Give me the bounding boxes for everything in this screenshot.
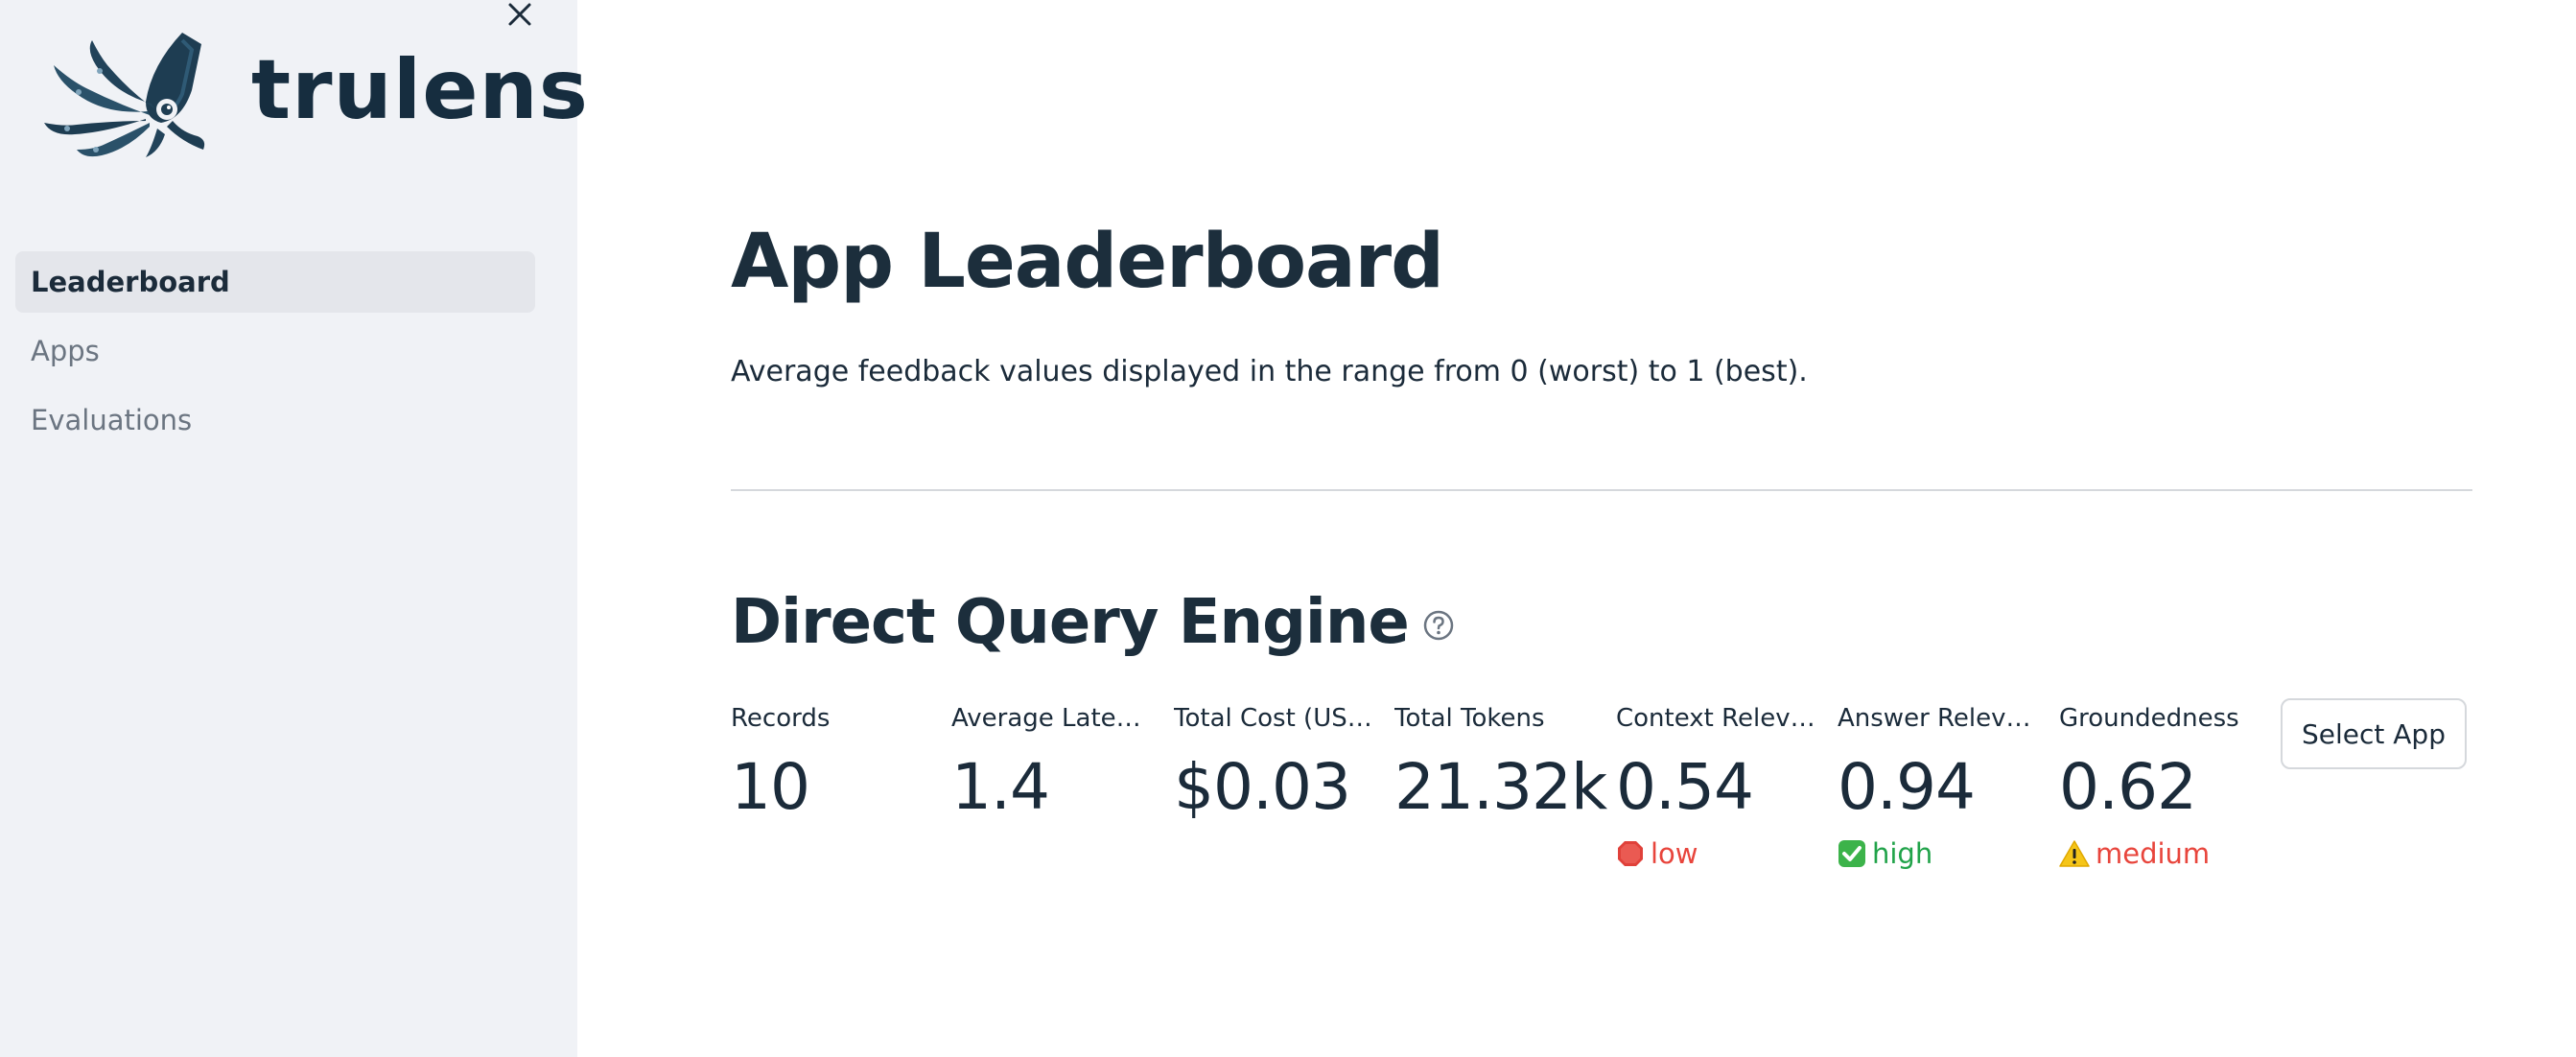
page-subtitle: Average feedback values displayed in the…	[731, 355, 1808, 388]
stop-icon	[1618, 841, 1643, 866]
sidebar-item-evaluations[interactable]: Evaluations	[15, 389, 535, 451]
metric-value: 0.54	[1616, 750, 1754, 824]
app-heading: Direct Query Engine	[731, 587, 1455, 658]
squid-logo-icon	[44, 33, 205, 157]
sidebar-item-leaderboard[interactable]: Leaderboard	[15, 251, 535, 313]
metric-value: 0.94	[1838, 750, 1976, 824]
sidebar-item-label: Apps	[31, 335, 100, 367]
metric-label: Answer Releva…	[1838, 704, 2039, 733]
metric-value: 0.62	[2059, 750, 2197, 824]
metric-value: 1.4	[951, 750, 1050, 824]
sidebar-nav: Leaderboard Apps Evaluations	[15, 251, 535, 458]
metric-delta-label: high	[1872, 837, 1933, 870]
select-app-button[interactable]: Select App	[2281, 698, 2467, 769]
metric-delta: high	[1838, 837, 2039, 870]
metric-context-relevance: Context Relev… 0.54 low	[1616, 704, 1815, 870]
divider	[731, 489, 2472, 491]
metric-records: Records 10	[731, 704, 830, 824]
page-title: App Leaderboard	[731, 219, 1444, 305]
check-icon	[1838, 840, 1865, 867]
sidebar-item-label: Leaderboard	[31, 266, 230, 298]
metric-average-latency: Average Laten… 1.4	[951, 704, 1153, 824]
sidebar-item-label: Evaluations	[31, 404, 193, 436]
warning-icon	[2059, 840, 2090, 867]
close-sidebar-button[interactable]	[503, 0, 537, 29]
help-icon[interactable]	[1422, 609, 1455, 642]
app-name: Direct Query Engine	[731, 587, 1410, 658]
metric-label: Context Relev…	[1616, 704, 1815, 733]
close-icon	[508, 3, 531, 26]
metric-delta: low	[1616, 837, 1815, 870]
metric-label: Total Tokens	[1394, 704, 1545, 733]
main-content: App Leaderboard Average feedback values …	[577, 0, 2576, 1057]
brand-name: trulens	[251, 42, 589, 138]
metric-delta-label: medium	[2096, 837, 2211, 870]
app-root: trulens Leaderboard Apps Evaluations App…	[0, 0, 2576, 1057]
metric-value: 10	[731, 750, 810, 824]
metric-delta-label: low	[1651, 837, 1698, 870]
metric-answer-relevance: Answer Releva… 0.94 high	[1838, 704, 2039, 870]
metric-label: Average Laten…	[951, 704, 1153, 733]
metric-total-tokens: Total Tokens 21.32k	[1394, 704, 1607, 824]
metric-label: Total Cost (USD)	[1174, 704, 1375, 733]
metric-value: $0.03	[1174, 750, 1351, 824]
sidebar-item-apps[interactable]: Apps	[15, 320, 535, 382]
metric-groundedness: Groundedness 0.62 medium	[2059, 704, 2239, 870]
metric-label: Records	[731, 704, 831, 733]
metric-total-cost: Total Cost (USD) $0.03	[1174, 704, 1375, 824]
brand: trulens	[38, 27, 589, 161]
metric-label: Groundedness	[2059, 704, 2239, 733]
metric-delta: medium	[2059, 837, 2239, 870]
sidebar: trulens Leaderboard Apps Evaluations	[0, 0, 588, 1057]
metric-value: 21.32k	[1394, 750, 1607, 824]
